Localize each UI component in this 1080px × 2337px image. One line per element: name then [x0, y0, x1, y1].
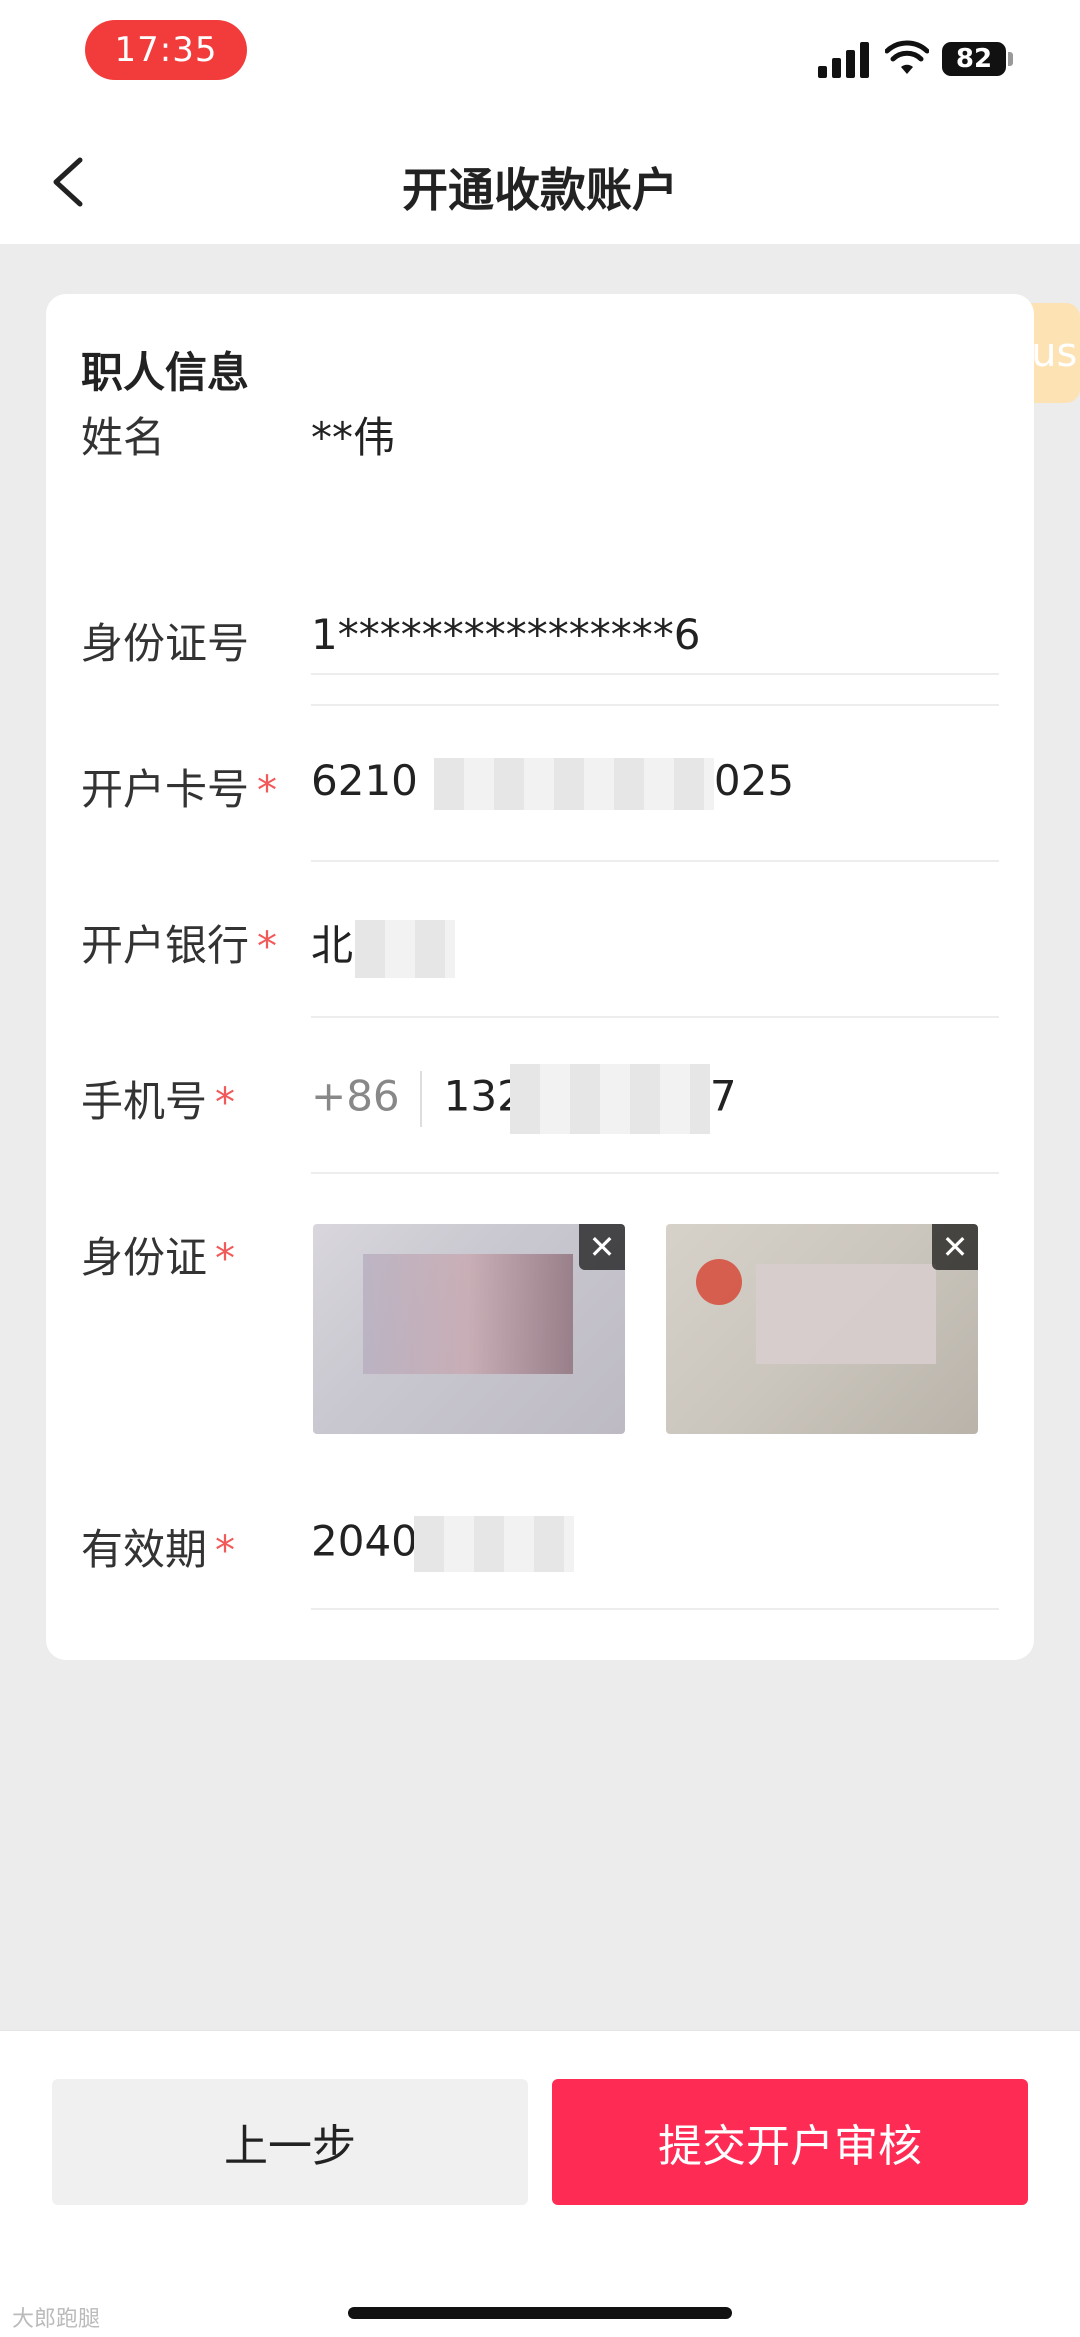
phone-field[interactable]: +86 132 7 [311, 1064, 737, 1134]
close-icon[interactable]: ✕ [932, 1224, 978, 1270]
card-number-row[interactable]: 开户卡号 * 6210 025 [46, 756, 1034, 826]
required-mark: * [215, 1528, 236, 1574]
blurred-region [363, 1254, 573, 1374]
section-title: 职人信息 [81, 348, 250, 397]
bottom-action-bar: 上一步 提交开户审核 大郎跑腿 [0, 2030, 1080, 2337]
emblem-icon [696, 1259, 742, 1305]
wifi-icon [885, 40, 929, 74]
phone-row[interactable]: 手机号 * +86 132 7 [46, 1064, 1034, 1138]
blurred-region [756, 1264, 936, 1364]
page-title: 开通收款账户 [402, 163, 678, 217]
required-mark: * [257, 768, 278, 814]
battery-icon: 82 [942, 42, 1006, 76]
watermark: 大郎跑腿 [12, 2307, 101, 2332]
divider [311, 860, 999, 862]
bank-label: 开户银行 * [81, 912, 277, 973]
divider [311, 1608, 999, 1610]
status-time: 17:35 [85, 20, 247, 80]
bank-field[interactable]: 北京 [311, 912, 456, 978]
masked-region [433, 757, 714, 810]
id-card-row: 身份证 * ✕ ✕ [46, 1224, 1034, 1464]
id-card-label: 身份证 * [81, 1224, 235, 1285]
status-bar: 17:35 82 [0, 0, 1080, 120]
nav-bar: 开通收款账户 [0, 120, 1080, 244]
required-mark: * [215, 1236, 236, 1282]
divider [311, 704, 999, 706]
masked-region [509, 1064, 710, 1134]
phone-label-text: 手机号 [81, 1077, 208, 1126]
card-number-start: 6210 [311, 756, 418, 805]
country-code[interactable]: +86 [311, 1072, 400, 1121]
divider [311, 673, 999, 675]
id-number-label: 身份证号 [81, 619, 250, 668]
craftsman-info-card: 职人信息 姓名 **伟 身份证号 1****************6 开户卡号… [46, 294, 1034, 1660]
masked-region [413, 1516, 574, 1572]
validity-label-text: 有效期 [81, 1525, 208, 1574]
required-mark: * [215, 1080, 236, 1126]
id-card-back-image[interactable]: ✕ [666, 1224, 978, 1434]
phone-label: 手机号 * [81, 1068, 235, 1129]
name-value: **伟 [311, 413, 396, 462]
divider [311, 1172, 999, 1174]
validity-value-start: 2040 [311, 1516, 418, 1566]
submit-review-button[interactable]: 提交开户审核 [552, 2079, 1028, 2205]
validity-row[interactable]: 有效期 * 2040 [46, 1516, 1034, 1586]
validity-field[interactable]: 2040 [311, 1516, 574, 1572]
card-number-label-text: 开户卡号 [81, 765, 250, 814]
bank-label-text: 开户银行 [81, 921, 250, 970]
home-indicator[interactable] [348, 2307, 732, 2319]
card-number-label: 开户卡号 * [81, 756, 277, 817]
id-card-front-image[interactable]: ✕ [313, 1224, 625, 1434]
masked-region [355, 919, 456, 978]
card-number-field[interactable]: 6210 025 [311, 756, 794, 810]
signal-bars-icon [818, 40, 870, 78]
id-number-value: 1****************6 [311, 610, 701, 659]
phone-value-end: 7 [709, 1071, 737, 1121]
bank-row[interactable]: 开户银行 * 北京 [46, 912, 1034, 982]
name-row: 姓名 **伟 [46, 404, 1034, 675]
required-mark: * [257, 924, 278, 970]
divider [311, 1016, 999, 1018]
name-label: 姓名 [81, 413, 166, 462]
battery-tip [1008, 52, 1013, 66]
id-number-row: 身份证号 1****************6 [46, 610, 1034, 670]
divider [419, 1071, 422, 1127]
card-number-end: 025 [713, 756, 795, 805]
previous-step-button[interactable]: 上一步 [52, 2079, 528, 2205]
id-card-label-text: 身份证 [81, 1233, 208, 1282]
validity-label: 有效期 * [81, 1516, 235, 1577]
close-icon[interactable]: ✕ [579, 1224, 625, 1270]
